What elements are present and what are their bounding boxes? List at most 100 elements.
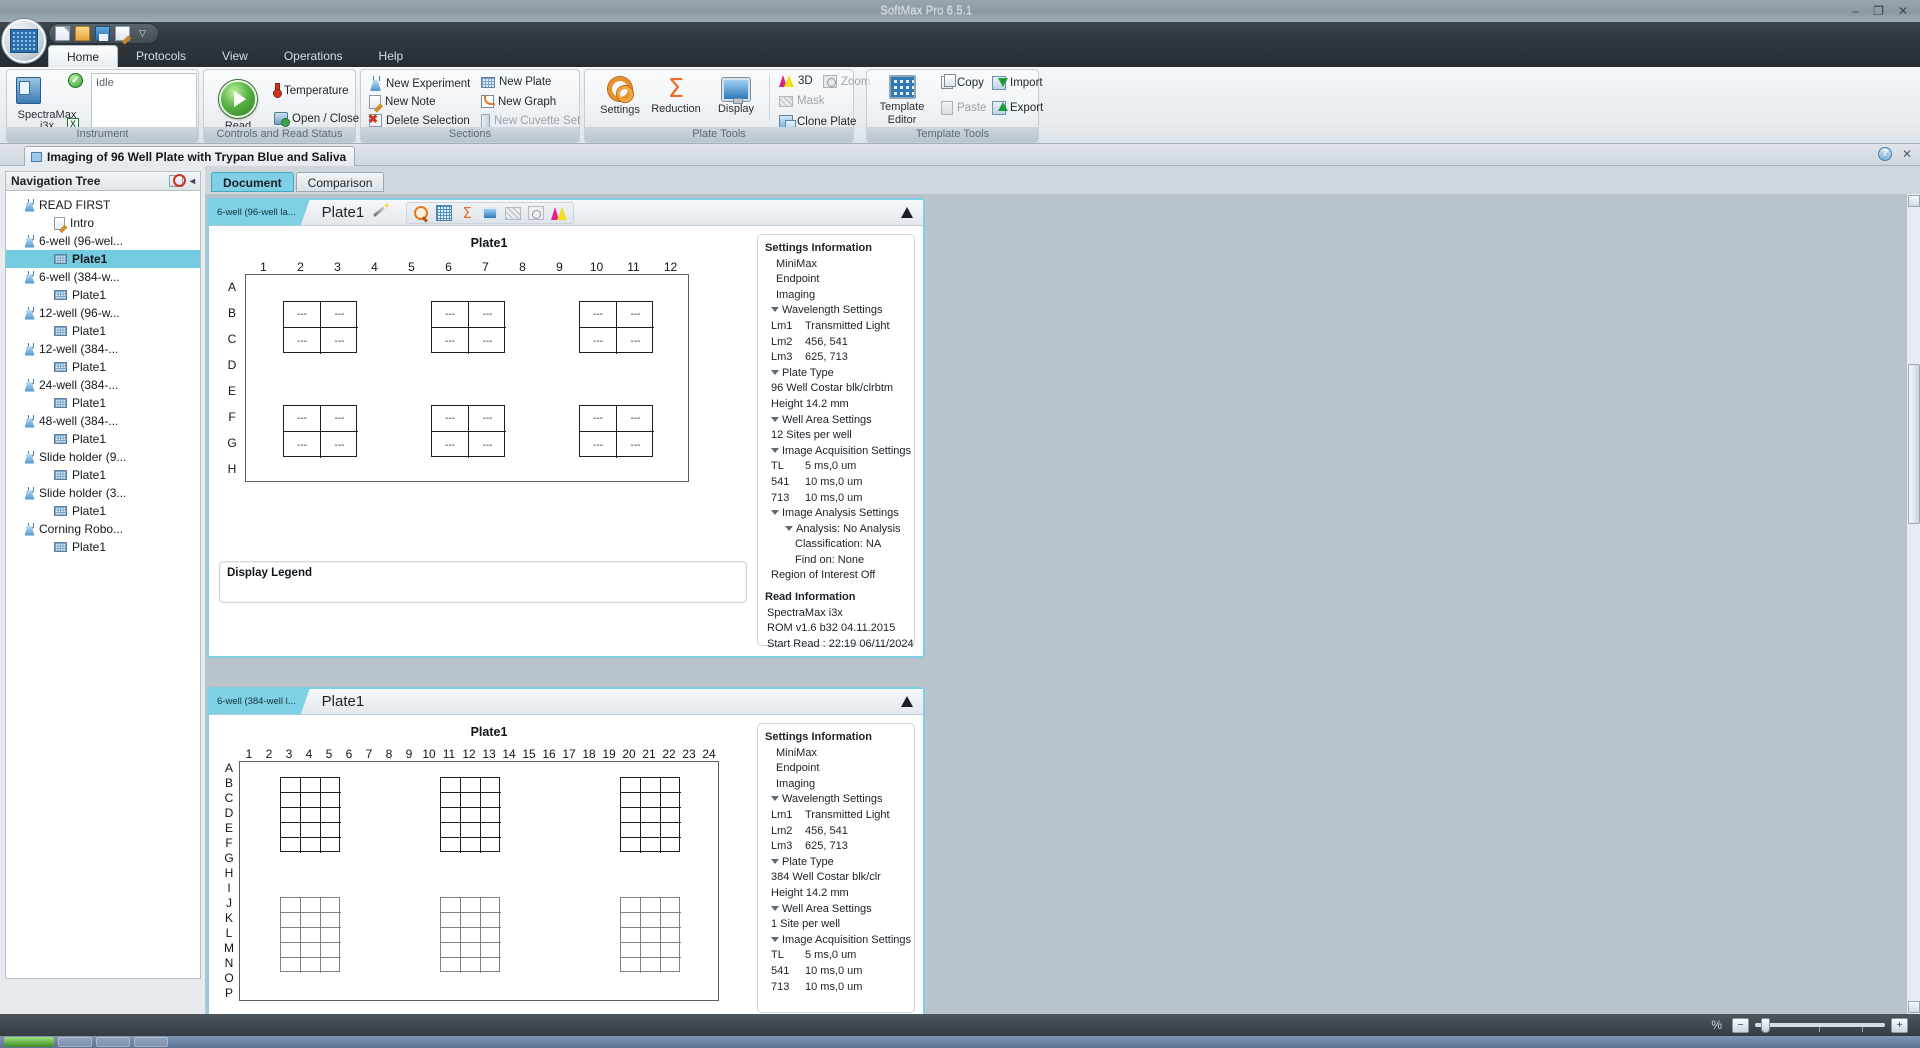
plate-well[interactable] [621,808,641,823]
plate-well[interactable] [281,823,301,838]
nav-tree-item[interactable]: Slide holder (9... [6,448,200,466]
plate-well[interactable] [481,898,501,913]
plate-well[interactable] [641,958,661,973]
plate-well[interactable]: --- [321,302,358,328]
plate-well-group[interactable] [440,777,501,853]
reduction-button[interactable]: Σ Reduction [645,76,707,115]
nav-tree-item[interactable]: Slide holder (3... [6,484,200,502]
plate-well[interactable]: --- [617,432,654,458]
expand-arrow-icon[interactable] [785,525,793,531]
ribbon-tab-home[interactable]: Home [48,45,119,67]
nav-tree-item[interactable]: 24-well (384-... [6,376,200,394]
plate-well[interactable]: --- [469,406,506,432]
plate-well-group[interactable]: --- --- --- --- [431,405,506,458]
expand-arrow-icon[interactable] [771,796,779,802]
plate-well[interactable]: --- [617,406,654,432]
plate-well[interactable] [461,928,481,943]
plate-well[interactable]: --- [617,328,654,354]
plate-well[interactable] [661,898,681,913]
plate-column-header[interactable]: 21 [639,747,659,761]
taskbar-item[interactable] [96,1037,130,1047]
plate-row-header[interactable]: D [219,806,239,821]
open-folder-icon[interactable] [75,26,90,41]
start-button[interactable] [4,1037,54,1047]
settings-information-line[interactable]: Well Area Settings [765,902,907,918]
plate-row-header[interactable]: F [219,836,239,851]
plate-column-header[interactable]: 23 [679,747,699,761]
plate-well[interactable] [301,958,321,973]
plate-column-header[interactable]: 12 [652,260,689,274]
plate-well[interactable]: --- [432,406,469,432]
read-button[interactable]: Read [210,80,266,132]
plate-column-header[interactable]: 15 [519,747,539,761]
plate-well[interactable] [321,793,341,808]
tab-document[interactable]: Document [211,172,294,192]
plate-well[interactable] [621,913,641,928]
export-button[interactable]: Export [992,101,1043,115]
monitor-icon[interactable] [482,206,499,220]
plate-well[interactable]: --- [580,328,617,354]
plate-well[interactable] [461,898,481,913]
plate-well[interactable] [641,943,661,958]
plate-column-header[interactable]: 13 [479,747,499,761]
import-button[interactable]: Import [992,76,1043,90]
minimize-button[interactable]: – [1852,4,1859,18]
ribbon-tab-operations[interactable]: Operations [266,45,361,67]
plate-well[interactable] [441,958,461,973]
plate-column-header[interactable]: 7 [359,747,379,761]
plate-column-header[interactable]: 17 [559,747,579,761]
find-icon[interactable] [413,205,429,221]
nav-tree-item[interactable]: Plate1 [6,250,200,268]
temperature-button[interactable]: Temperature [273,83,349,98]
open-close-button[interactable]: Open / Close [274,112,359,127]
plate-column-header[interactable]: 9 [399,747,419,761]
plate-column-header[interactable]: 4 [299,747,319,761]
plate-row-header[interactable]: K [219,911,239,926]
plate-well[interactable] [281,913,301,928]
plate-column-header[interactable]: 20 [619,747,639,761]
plate-column-header[interactable]: 10 [578,260,615,274]
plate-well[interactable]: --- [580,302,617,328]
ribbon-tab-help[interactable]: Help [361,45,422,67]
plate-row-header[interactable]: G [219,430,245,456]
plate-well-group[interactable] [280,777,341,853]
plate-well[interactable] [301,823,321,838]
plate-well[interactable] [621,838,641,853]
plate-well[interactable] [321,928,341,943]
nav-tree-item[interactable]: Plate1 [6,358,200,376]
plate-well-group[interactable]: --- --- --- --- [283,301,358,354]
plate-column-header[interactable]: 19 [599,747,619,761]
plate-column-header[interactable]: 10 [419,747,439,761]
plate-well[interactable] [321,808,341,823]
nav-tree-item[interactable]: 48-well (384-... [6,412,200,430]
nav-tree-item[interactable]: Plate1 [6,322,200,340]
plate-well[interactable] [301,913,321,928]
nav-tree-item[interactable]: READ FIRST [6,196,200,214]
plate-well-area[interactable]: --- --- --- --- --- --- --- --- --- --- --- --- --- -… [245,274,689,482]
plate-well[interactable] [321,898,341,913]
plate-well[interactable] [621,943,641,958]
plate-well[interactable] [281,898,301,913]
help-icon[interactable]: ? [1877,147,1892,161]
plate-well[interactable] [461,838,481,853]
plate-well[interactable] [661,808,681,823]
plate-well[interactable] [321,958,341,973]
plate-row-header[interactable]: E [219,821,239,836]
plate-column-header[interactable]: 11 [439,747,459,761]
plate-column-header[interactable]: 14 [499,747,519,761]
plate-row-header[interactable]: M [219,941,239,956]
3d-button[interactable]: 3D [779,75,813,87]
plate-well[interactable]: --- [432,432,469,458]
plate-column-header[interactable]: 8 [504,260,541,274]
plate-well[interactable] [641,793,661,808]
plate-well-group[interactable] [620,777,681,853]
expand-arrow-icon[interactable] [771,510,779,516]
plate-column-header[interactable]: 2 [259,747,279,761]
plate-well[interactable] [641,838,661,853]
settings-information-line[interactable]: Image Acquisition Settings [765,444,911,460]
plate-well[interactable] [461,913,481,928]
plate-row-header[interactable]: C [219,326,245,352]
plate-well[interactable] [321,823,341,838]
plate-well[interactable] [441,778,461,793]
plate-column-header[interactable]: 7 [467,260,504,274]
